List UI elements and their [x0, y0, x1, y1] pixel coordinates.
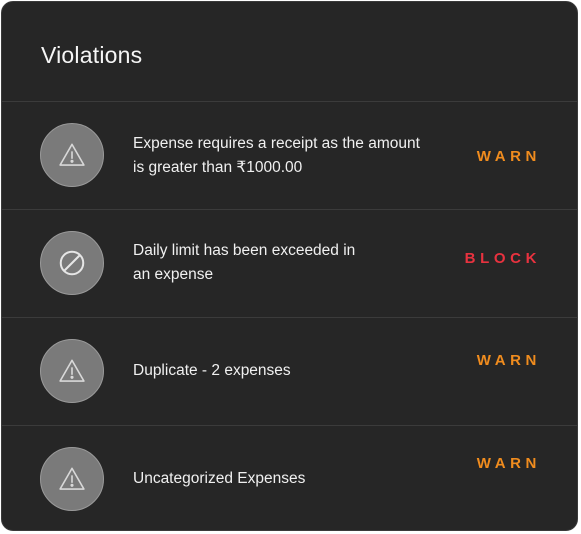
violation-row: Uncategorized Expenses WARN	[2, 426, 577, 530]
violations-panel: Violations Expense requires a receipt as…	[1, 1, 578, 531]
violation-row: Expense requires a receipt as the amount…	[2, 102, 577, 209]
violation-row: Duplicate - 2 expenses WARN	[2, 318, 577, 425]
violation-message: Duplicate - 2 expenses	[133, 362, 291, 379]
violation-message: Expense requires a receipt as the amount…	[133, 135, 420, 176]
warning-triangle-icon	[40, 123, 104, 187]
violation-level-badge: BLOCK	[464, 250, 541, 267]
violation-message: Uncategorized Expenses	[133, 470, 306, 487]
violation-row: Daily limit has been exceeded in an expe…	[2, 210, 577, 317]
violation-level-badge: WARN	[476, 352, 541, 369]
warning-triangle-icon	[40, 339, 104, 403]
panel-title: Violations	[41, 42, 143, 68]
violation-level-badge: WARN	[476, 148, 541, 165]
warning-triangle-icon	[40, 447, 104, 511]
violation-level-badge: WARN	[476, 455, 541, 472]
blocked-circle-icon	[40, 231, 104, 295]
violation-message: Daily limit has been exceeded in an expe…	[133, 242, 356, 283]
